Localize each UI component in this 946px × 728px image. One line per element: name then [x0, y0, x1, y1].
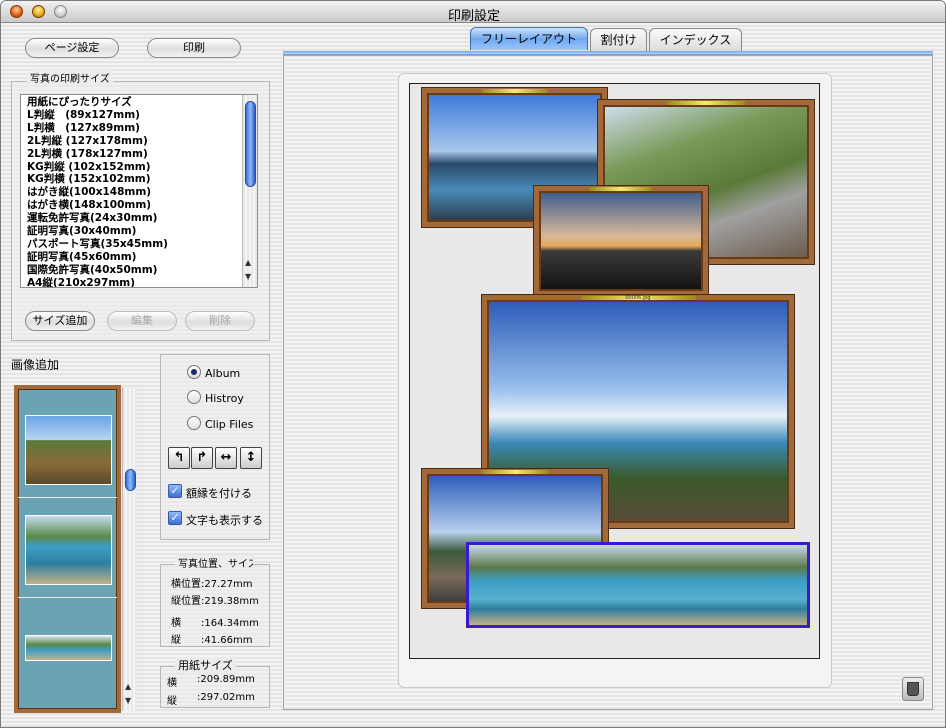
clip-files-radio[interactable] [187, 416, 201, 430]
photo-caption-bar [481, 89, 548, 93]
clip-files-label: Clip Files [205, 418, 254, 431]
print-size-item[interactable]: はがき横(148x100mm) [27, 199, 239, 212]
photo-caption-bar [589, 187, 653, 191]
thumbnail-scrollbar[interactable]: ▲ ▼ [122, 387, 137, 711]
print-size-scrollbar[interactable]: ▲ ▼ [242, 95, 257, 287]
photo-bay-panorama-selected[interactable] [466, 542, 810, 628]
app-window: 印刷設定 ページ設定 印刷 写真の印刷サイズ 用紙にぴったりサイズ L判縦 (89… [0, 0, 946, 728]
frame-checkbox[interactable]: ✓ [168, 484, 182, 498]
page-setup-button[interactable]: ページ設定 [25, 38, 119, 58]
edit-size-button[interactable]: 編集 [107, 311, 177, 331]
position-y: 縦位置:219.38mm [171, 596, 259, 607]
paper-height-label: 縦 [167, 696, 177, 707]
title-bar: 印刷設定 [1, 1, 945, 24]
trash-icon[interactable] [902, 677, 924, 701]
scroll-down-arrow-icon[interactable]: ▼ [245, 272, 251, 281]
print-size-item[interactable]: パスポート写真(35x45mm) [27, 238, 239, 251]
photo-sunset-beach[interactable] [534, 186, 708, 296]
tab-index[interactable]: インデックス [649, 28, 742, 51]
print-size-item[interactable]: KG判縦 (102x152mm) [27, 161, 239, 174]
add-size-button[interactable]: サイズ追加 [25, 311, 95, 331]
delete-size-button[interactable]: 削除 [185, 311, 255, 331]
rotate-left-icon[interactable]: ↰ [168, 447, 190, 469]
print-size-item[interactable]: 証明写真(30x40mm) [27, 225, 239, 238]
print-size-item[interactable]: A4縦(210x297mm) [27, 277, 239, 287]
scroll-up-arrow-icon[interactable]: ▲ [245, 258, 251, 267]
photo-caption-bar [666, 101, 746, 105]
print-size-item[interactable]: 用紙にぴったりサイズ [27, 96, 239, 109]
print-size-item[interactable]: KG判横 (152x102mm) [27, 173, 239, 186]
history-radio[interactable] [187, 390, 201, 404]
print-size-item[interactable]: 2L判縦 (127x178mm) [27, 135, 239, 148]
size-height: 縦 :41.66mm [171, 635, 253, 646]
position-legend: 写真位置、サイズ [175, 555, 253, 570]
thumbnail-1[interactable] [25, 415, 112, 485]
paper-width-value: :209.89mm [197, 674, 255, 685]
scroll-down-arrow-icon[interactable]: ▼ [125, 696, 131, 705]
tab-free-layout[interactable]: フリーレイアウト [470, 27, 588, 50]
show-text-checkbox[interactable]: ✓ [168, 511, 182, 525]
scroll-thumb[interactable] [245, 101, 256, 187]
size-width: 横 :164.34mm [171, 618, 259, 629]
frame-label: 額縁を付ける [186, 487, 252, 500]
paper-height-value: :297.02mm [197, 692, 255, 703]
scroll-up-arrow-icon[interactable]: ▲ [125, 682, 131, 691]
print-size-item[interactable]: 証明写真(45x60mm) [27, 251, 239, 264]
album-radio[interactable] [187, 365, 201, 379]
history-label: Histroy [205, 392, 244, 405]
image-add-label: 画像追加 [11, 358, 60, 372]
window-title: 印刷設定 [447, 9, 500, 24]
print-size-item[interactable]: はがき縦(100x148mm) [27, 186, 239, 199]
flip-horizontal-icon[interactable]: ↔ [215, 447, 237, 469]
flip-vertical-icon[interactable]: ↕ [240, 447, 262, 469]
thumbnail-separator [18, 497, 117, 498]
album-label: Album [205, 367, 241, 380]
trash-bin-shape [907, 682, 919, 696]
print-size-item[interactable]: L判縦 (89x127mm) [27, 109, 239, 122]
rotate-right-icon[interactable]: ↱ [191, 447, 213, 469]
print-size-item[interactable]: 国際免許写真(40x50mm) [27, 264, 239, 277]
thumbnail-separator [18, 597, 117, 598]
paper-size-legend: 用紙サイズ [175, 657, 236, 673]
paper-width-label: 横 [167, 678, 177, 689]
print-size-rows: 用紙にぴったりサイズ L判縦 (89x127mm) L判横 (127x89mm) 2L… [27, 96, 239, 287]
tab-allocation[interactable]: 割付け [590, 28, 647, 51]
image-thumbnail-strip[interactable] [14, 385, 121, 713]
position-x: 横位置:27.27mm [171, 579, 253, 590]
print-size-item[interactable]: L判横 (127x89mm) [27, 122, 239, 135]
print-size-item[interactable]: 運転免許写真(24x30mm) [27, 212, 239, 225]
thumbnail-2[interactable] [25, 515, 112, 585]
show-text-label: 文字も表示する [186, 514, 263, 527]
print-size-legend: 写真の印刷サイズ [27, 70, 113, 85]
photo-caption-bar: 00006.jpg [580, 296, 696, 301]
thumbnail-3[interactable] [25, 635, 112, 661]
print-size-item[interactable]: 2L判横 (178x127mm) [27, 148, 239, 161]
print-button[interactable]: 印刷 [147, 38, 241, 58]
print-size-list[interactable]: 用紙にぴったりサイズ L判縦 (89x127mm) L判横 (127x89mm) 2L… [20, 94, 258, 288]
photo-caption-bar [481, 470, 549, 474]
thumbnail-scroll-thumb[interactable] [125, 469, 136, 491]
paper-canvas[interactable]: 00006.jpg [409, 83, 820, 659]
